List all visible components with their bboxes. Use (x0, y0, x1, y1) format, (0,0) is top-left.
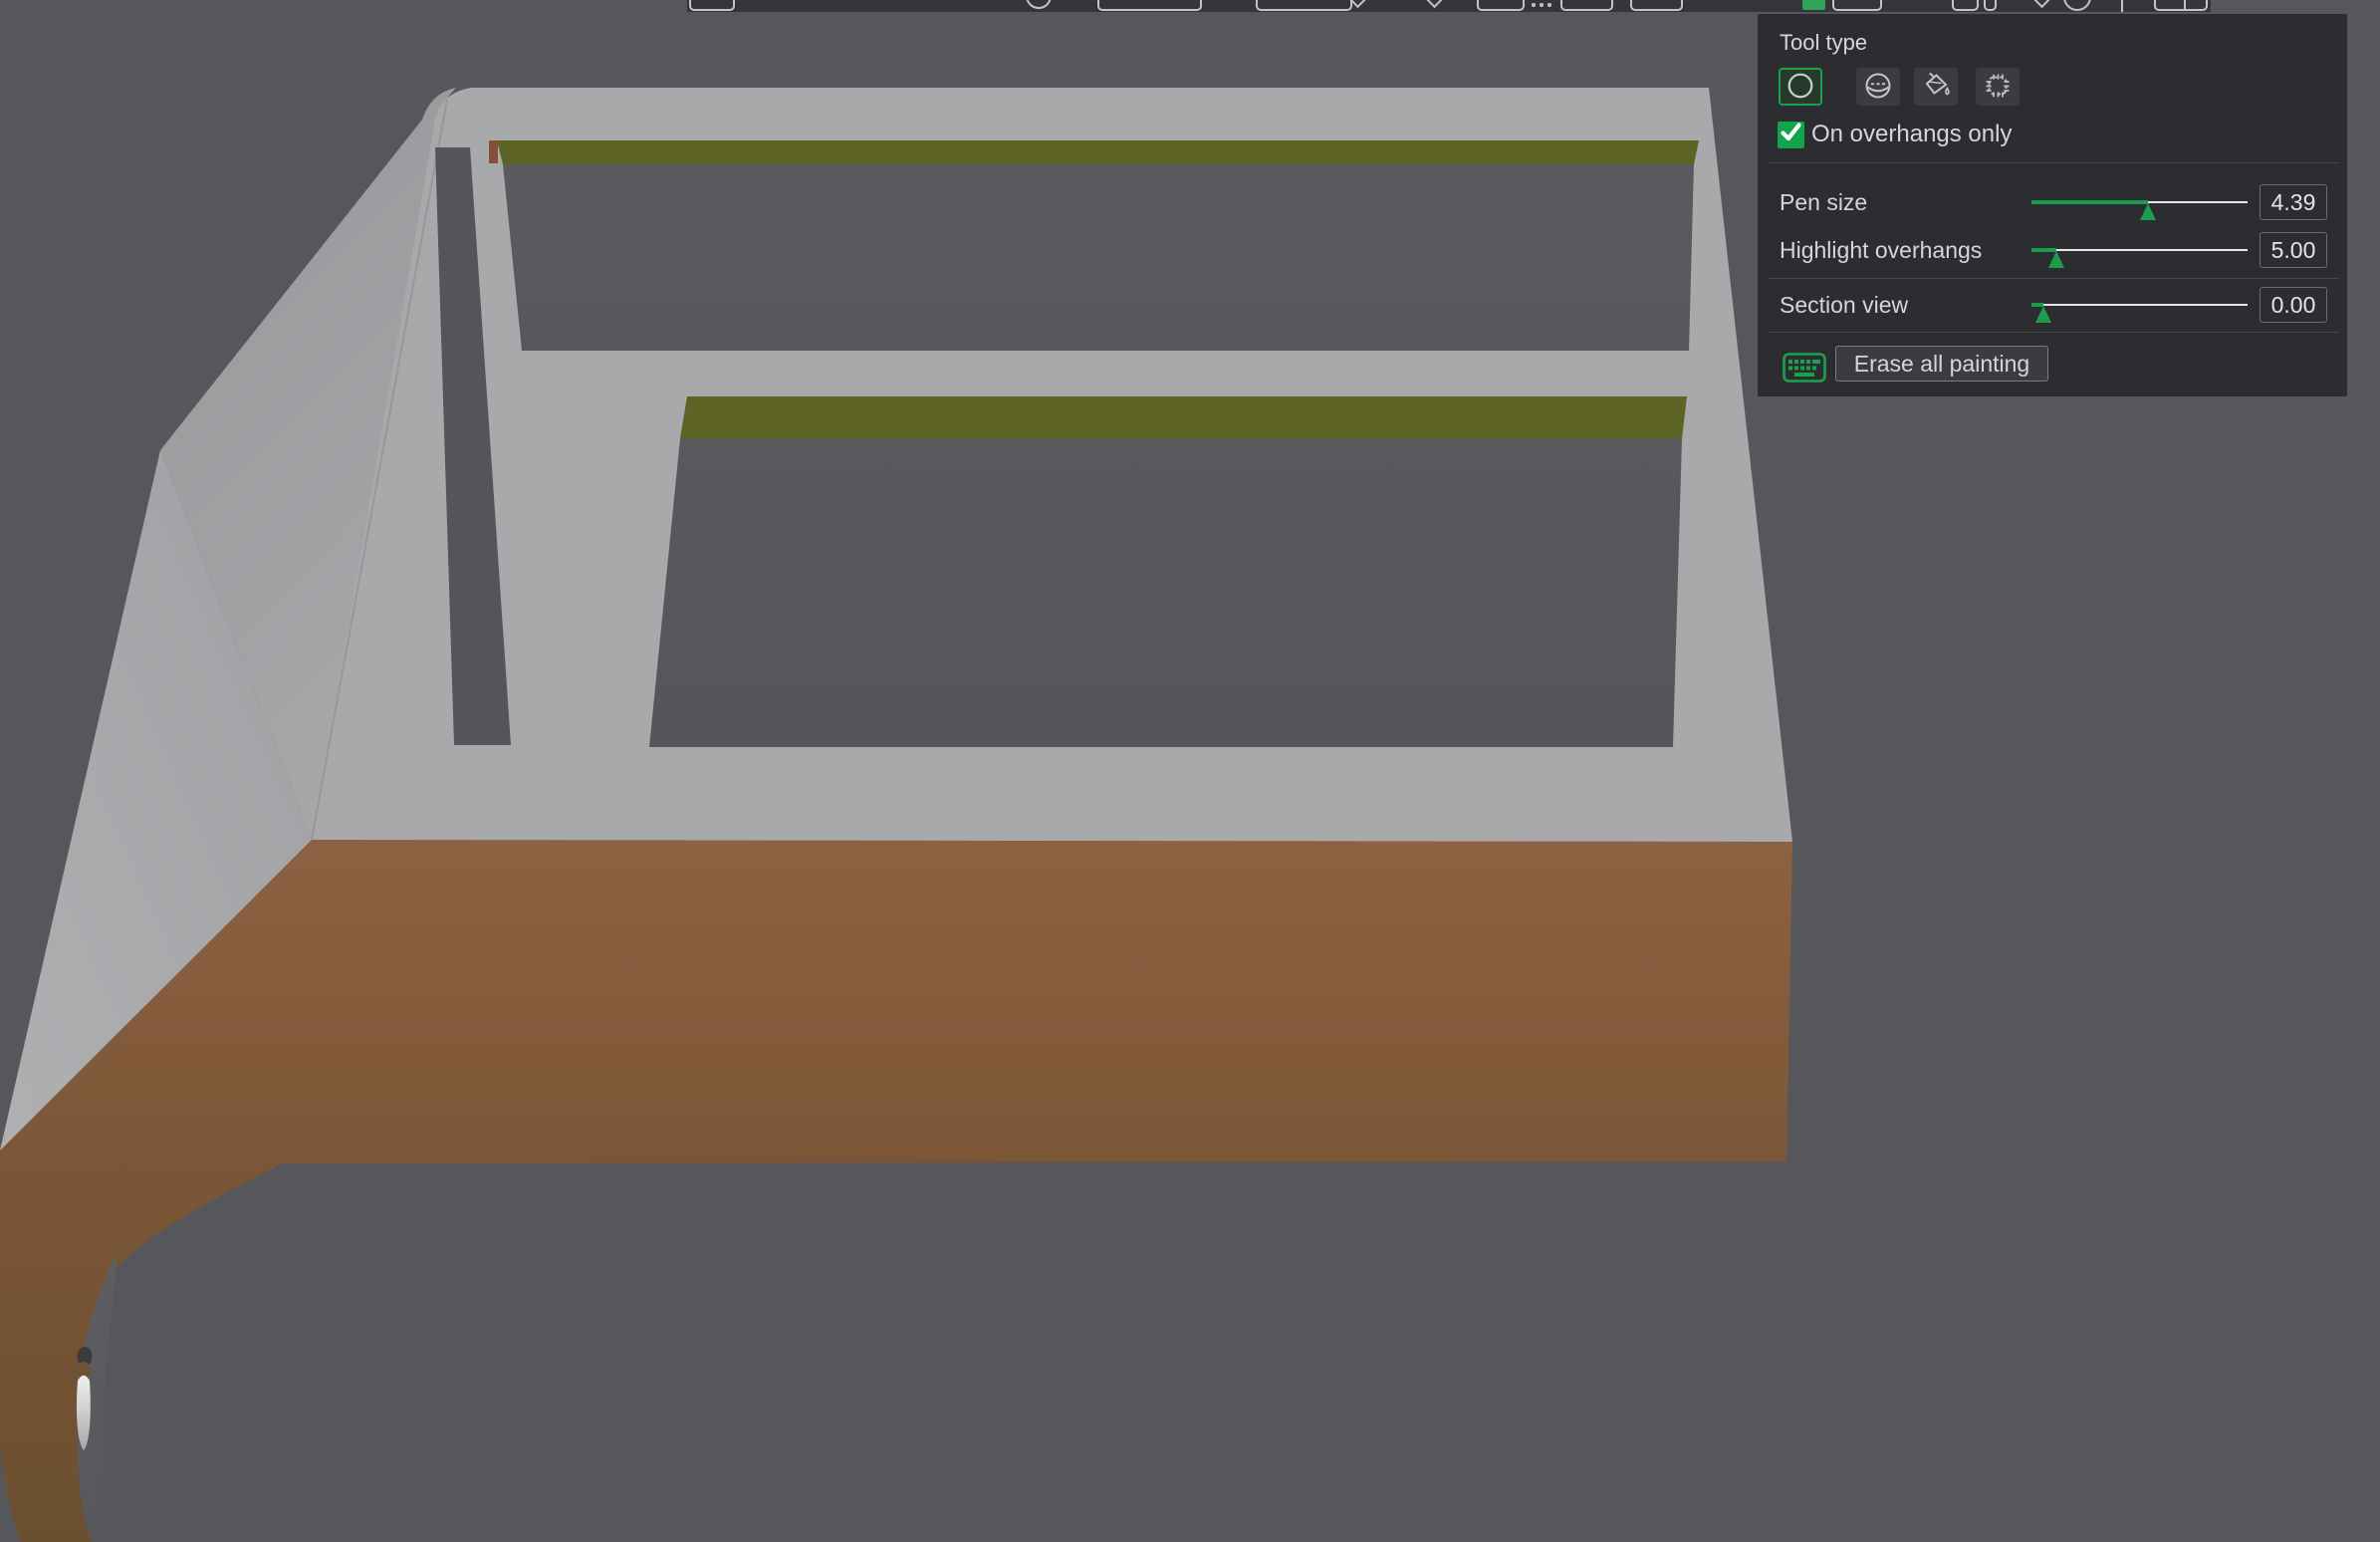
toolbar-chevron-down-icon[interactable] (1423, 0, 1446, 9)
toolbar-button-fragment[interactable] (1477, 0, 1525, 11)
paint-sliver (489, 140, 498, 163)
panel-separator (1768, 278, 2339, 279)
pen-size-row: Pen size 4.39 (1758, 184, 2347, 221)
tool-circle-brush-button[interactable] (1779, 68, 1822, 106)
toolbar-button-fragment[interactable] (1832, 0, 1882, 11)
toolbar-button-fragment[interactable] (1984, 0, 1997, 11)
pen-size-slider[interactable] (2031, 200, 2248, 221)
on-overhangs-only-row: On overhangs only (1778, 121, 2012, 148)
toolbar-button-fragment[interactable] (1560, 0, 1613, 11)
highlight-overhangs-label: Highlight overhangs (1780, 237, 1983, 263)
section-view-slider[interactable] (2031, 303, 2248, 324)
paint-tool-panel: Tool type On overhangs only Pen size 4.3… (1758, 14, 2347, 396)
toolbar-chevron-down-icon[interactable] (2030, 0, 2053, 9)
section-view-slider-thumb[interactable] (2034, 306, 2051, 323)
model-front-window-interior (649, 438, 1682, 747)
pen-size-slider-thumb[interactable] (2140, 203, 2157, 220)
smart-fill-icon (1983, 71, 2013, 104)
highlight-overhangs-value[interactable]: 5.00 (2260, 232, 2327, 268)
erase-row: Erase all painting (1758, 346, 2347, 387)
toolbar-button-fragment[interactable] (1097, 0, 1202, 11)
toolbar-button-fragment[interactable] (1630, 0, 1683, 11)
circle-brush-icon (1785, 71, 1815, 104)
model-rear-window-interior (503, 164, 1694, 351)
toolbar-split-button[interactable] (2154, 0, 2208, 11)
toolbar-ellipsis-icon[interactable] (1532, 3, 1536, 7)
on-overhangs-only-checkbox[interactable] (1778, 119, 1804, 150)
overhang-paint-stripe-front (680, 396, 1687, 438)
sphere-brush-icon (1863, 71, 1893, 104)
toolbar-circle-icon[interactable] (1026, 0, 1052, 9)
tool-sphere-brush-button[interactable] (1856, 68, 1900, 106)
slicer-app: { "panel": { "title": "Tool type", "tool… (0, 0, 2380, 1542)
model-front-face-brown (0, 840, 1792, 1163)
section-view-value[interactable]: 0.00 (2260, 287, 2327, 323)
checkmark-icon (1778, 119, 1804, 150)
erase-all-painting-button[interactable]: Erase all painting (1835, 346, 2048, 382)
toolbar-button-fragment[interactable] (1256, 0, 1352, 11)
pen-size-label: Pen size (1780, 189, 1868, 215)
highlight-overhangs-slider[interactable] (2031, 248, 2248, 269)
overhang-paint-stripe-rear (497, 140, 1699, 164)
on-overhangs-only-label: On overhangs only (1811, 121, 2013, 147)
tool-type-label: Tool type (1780, 30, 1868, 55)
section-view-row: Section view 0.00 (1758, 287, 2347, 324)
tool-fill-bucket-button[interactable] (1914, 68, 1958, 106)
highlight-overhangs-slider-thumb[interactable] (2047, 251, 2064, 268)
tool-smart-fill-button[interactable] (1976, 68, 2020, 106)
highlight-overhangs-row: Highlight overhangs 5.00 (1758, 232, 2347, 269)
toolbar-button-fragment[interactable] (689, 0, 735, 11)
toolbar-divider (2121, 0, 2123, 12)
pen-size-value[interactable]: 4.39 (2260, 184, 2327, 220)
panel-separator (1768, 332, 2339, 333)
toolbar-button-fragment[interactable] (1952, 0, 1979, 11)
panel-separator (1768, 162, 2339, 163)
fill-bucket-icon (1921, 71, 1951, 104)
top-toolbar (687, 0, 2211, 12)
section-view-label: Section view (1780, 292, 1909, 318)
keyboard-shortcut-icon (1783, 353, 1826, 387)
toolbar-active-tool-indicator[interactable] (1802, 0, 1825, 10)
toolbar-circle-icon[interactable] (2063, 0, 2091, 11)
